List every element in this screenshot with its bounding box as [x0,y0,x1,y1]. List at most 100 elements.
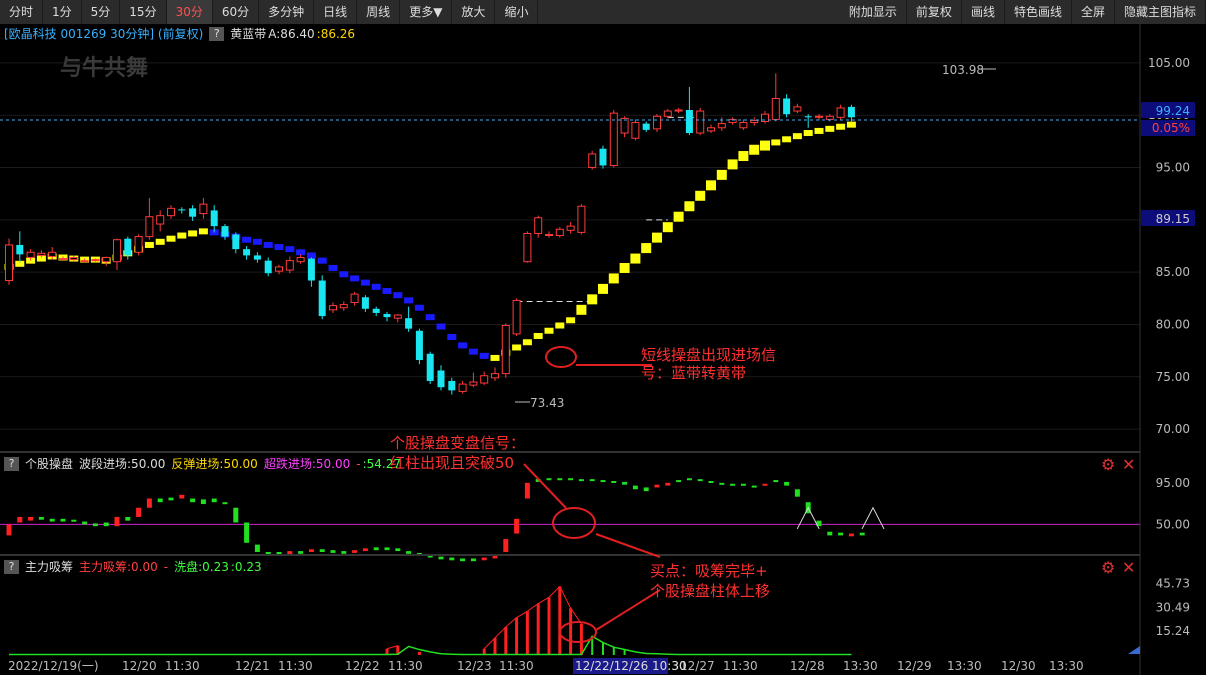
indicator3-gear-icon[interactable]: ⚙ [1101,560,1115,576]
band-block [425,314,435,321]
indicator2-bar [341,551,347,554]
indicator2-p5: :54.27 [362,457,401,471]
time-tick-label: 12/30 [1001,659,1036,673]
band-block [468,348,478,355]
candle-body-up [329,305,337,311]
candle-body-down [642,123,650,130]
candle-body-up [69,257,78,261]
indicator2-bar [470,558,476,562]
indicator2-name[interactable]: 个股操盘 [25,456,73,472]
indicator2-bar [492,555,498,559]
indicator2-bar [168,497,174,501]
current-price-label: 99.24 [1156,104,1190,118]
candle-body-up [577,205,586,233]
right-button-3[interactable]: 特色画线 [1005,0,1072,24]
band-block [328,264,338,271]
indicator3-close-icon[interactable]: ✕ [1122,560,1135,576]
candle-body-down [124,238,132,256]
band-block [576,304,587,315]
indicator2-bar [157,498,163,503]
left-button-1[interactable]: 1分 [43,0,82,24]
candle-body-up [48,251,57,257]
left-button-5[interactable]: 60分 [213,0,260,24]
left-button-3[interactable]: 15分 [120,0,167,24]
candle-body-up [545,233,553,236]
candle-body-down [448,380,456,391]
band-block [242,236,252,243]
help-icon[interactable]: ? [4,457,19,471]
band-block [566,317,576,324]
indicator2-bar [384,547,390,551]
indicator2-bar [298,551,304,554]
right-button-1[interactable]: 前复权 [907,0,962,24]
left-button-0[interactable]: 分时 [0,0,44,24]
indicator2-close-icon[interactable]: ✕ [1122,457,1135,473]
candle-body-up [771,97,780,120]
time-tick-label: 12/23 [457,659,492,673]
band-block [825,125,835,132]
left-button-2[interactable]: 5分 [82,0,121,24]
signal3-text-2: 个股操盘柱体上移 [650,582,770,600]
candle-body-up [102,257,111,263]
indicator2-bar [308,549,314,552]
indicator2-bar [38,516,44,520]
indicator3-name[interactable]: 主力吸筹 [25,559,73,575]
left-button-11[interactable]: 缩小 [495,0,539,24]
indicator-name[interactable]: 黄蓝带 [230,26,266,42]
indicator3-tick-label: 15.24 [1156,624,1190,638]
left-button-9[interactable]: 更多▼ [400,0,453,24]
indicator2-bar [697,479,703,482]
indicator2-bar [503,539,509,552]
time-tick-label: 13:30 [1049,659,1084,673]
indicator2-bar [611,480,617,483]
band-block [760,140,770,151]
help-icon[interactable]: ? [209,27,225,41]
candle-body-up [469,381,478,386]
right-button-4[interactable]: 全屏 [1072,0,1115,24]
candle-body-up [59,258,67,261]
indicator2-bar [654,484,660,488]
band-block [641,243,652,254]
candle-body-up [523,232,532,263]
candle-body-up [631,122,640,139]
indicator2-bar [254,544,260,552]
indicator2-bar [600,480,606,483]
candle-body-up [674,109,683,112]
candle-body-down [264,260,272,274]
help-icon[interactable]: ? [4,560,19,574]
band-block [716,169,727,180]
price-tick-label: 75.00 [1156,370,1190,384]
time-highlight-label: 12/22/12/26 10:30 [575,659,687,673]
band-block [587,294,598,305]
candle-body-down [426,353,434,381]
right-button-5[interactable]: 隐藏主图指标 [1115,0,1206,24]
band-block [727,159,738,170]
indicator2-bar [838,532,844,536]
indicator2-bar [643,487,649,492]
indicator2-bar [49,518,55,522]
indicator2-gear-icon[interactable]: ⚙ [1101,457,1115,473]
left-button-10[interactable]: 放大 [452,0,496,24]
candle-body-up [534,217,543,234]
left-button-8[interactable]: 周线 [357,0,401,24]
indicator2-bar [373,547,379,551]
candle-body-down [599,148,607,166]
candle-body-up [26,251,35,259]
period-buttons: 分时 1分 5分 15分 30分 60分 多分钟 日线 周线 更多▼ 放大 缩小 [0,0,539,24]
price-tick-label: 85.00 [1156,265,1190,279]
left-button-6[interactable]: 多分钟 [259,0,315,24]
kline-chart[interactable]: 与牛共舞 105.00100.0095.0090.0085.0080.0075.… [0,24,1206,675]
band-block [652,232,662,243]
indicator2-bar [244,522,250,543]
time-tick-label: 11:30 [499,659,534,673]
indicator2-p1: 波段进场:50.00 [79,457,166,471]
candle-body-down [253,255,261,260]
indicator2-tick-label: 50.00 [1156,517,1190,531]
left-button-4[interactable]: 30分 [166,0,213,24]
right-button-0[interactable]: 附加显示 [840,0,907,24]
band-block [274,244,284,251]
indicator2-bar [125,516,131,521]
band-block [414,304,424,311]
left-button-7[interactable]: 日线 [314,0,358,24]
right-button-2[interactable]: 画线 [962,0,1005,24]
